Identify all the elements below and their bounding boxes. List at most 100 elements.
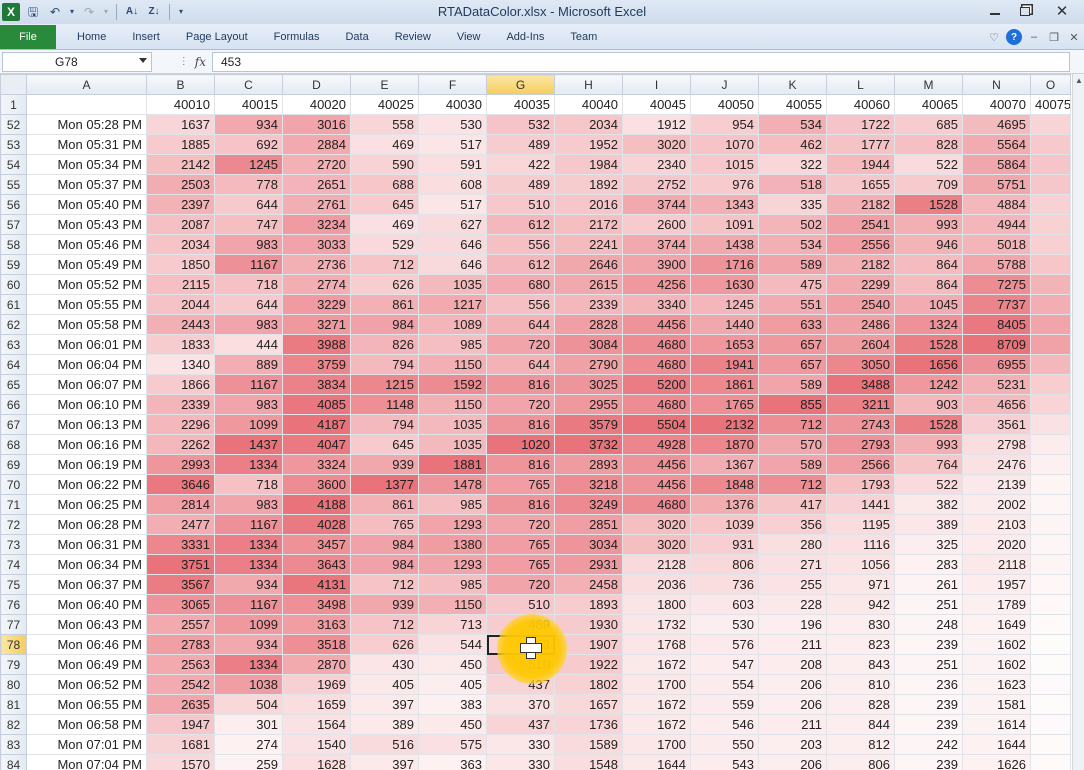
- cell[interactable]: 3488: [826, 374, 895, 395]
- cell[interactable]: [1030, 314, 1071, 335]
- cell[interactable]: 389: [894, 514, 963, 535]
- cell[interactable]: 720: [486, 574, 555, 595]
- row-header[interactable]: 77: [0, 614, 27, 635]
- time-label-cell[interactable]: Mon 06:55 PM: [26, 694, 147, 715]
- row-header[interactable]: 54: [0, 154, 27, 175]
- cell[interactable]: [1030, 434, 1071, 455]
- dropdown-icon[interactable]: ▾: [68, 3, 76, 21]
- row-header[interactable]: 66: [0, 394, 27, 415]
- cell[interactable]: 363: [418, 754, 487, 770]
- cell[interactable]: 1195: [826, 514, 895, 535]
- cell[interactable]: 1922: [554, 654, 623, 675]
- cell[interactable]: 985: [418, 334, 487, 355]
- cell[interactable]: 4456: [622, 314, 691, 335]
- time-label-cell[interactable]: Mon 06:58 PM: [26, 714, 147, 735]
- cell[interactable]: 931: [690, 534, 759, 555]
- cell[interactable]: 450: [418, 654, 487, 675]
- cell[interactable]: 2296: [146, 414, 215, 435]
- cell[interactable]: 251: [894, 654, 963, 675]
- cell[interactable]: 1324: [894, 314, 963, 335]
- cell[interactable]: 206: [758, 674, 827, 695]
- cell[interactable]: 1548: [554, 754, 623, 770]
- cell[interactable]: 903: [894, 394, 963, 415]
- dropdown-icon[interactable]: ▾: [102, 3, 110, 21]
- cell[interactable]: 806: [690, 554, 759, 575]
- cell[interactable]: 1150: [418, 354, 487, 375]
- minimize-button[interactable]: [980, 0, 1010, 22]
- cell[interactable]: 1148: [350, 394, 419, 415]
- cell[interactable]: 2774: [282, 274, 351, 295]
- cell[interactable]: 1672: [622, 694, 691, 715]
- cell[interactable]: 4680: [622, 334, 691, 355]
- cell[interactable]: 2458: [554, 574, 623, 595]
- row-header[interactable]: 81: [0, 694, 27, 715]
- time-label-cell[interactable]: Mon 05:37 PM: [26, 174, 147, 195]
- cell[interactable]: 3020: [622, 534, 691, 555]
- cell[interactable]: 489: [486, 134, 555, 155]
- cell[interactable]: 3324: [282, 454, 351, 475]
- cell[interactable]: [1030, 394, 1071, 415]
- cell[interactable]: 489: [486, 174, 555, 195]
- cell[interactable]: [1030, 234, 1071, 255]
- cell[interactable]: 397: [350, 694, 419, 715]
- cell[interactable]: 993: [894, 434, 963, 455]
- cell[interactable]: 7737: [962, 294, 1031, 315]
- cell[interactable]: 1969: [282, 674, 351, 695]
- cell[interactable]: 3025: [554, 374, 623, 395]
- cell[interactable]: 942: [826, 594, 895, 615]
- cell[interactable]: 1649: [962, 614, 1031, 635]
- cell[interactable]: 239: [894, 714, 963, 735]
- cell[interactable]: 2563: [146, 654, 215, 675]
- cell[interactable]: 239: [894, 754, 963, 770]
- vertical-scrollbar[interactable]: ▲: [1072, 74, 1084, 770]
- cell[interactable]: 2752: [622, 174, 691, 195]
- cell[interactable]: 1870: [690, 434, 759, 455]
- cell[interactable]: 3034: [554, 534, 623, 555]
- cell[interactable]: 1941: [690, 354, 759, 375]
- row-header[interactable]: 58: [0, 234, 27, 255]
- cell[interactable]: 1150: [418, 394, 487, 415]
- cell[interactable]: 462: [758, 134, 827, 155]
- cell[interactable]: 5788: [962, 254, 1031, 275]
- cell[interactable]: 1242: [894, 374, 963, 395]
- column-header-j[interactable]: J: [690, 74, 759, 95]
- time-label-cell[interactable]: Mon 05:34 PM: [26, 154, 147, 175]
- cell[interactable]: 983: [214, 314, 283, 335]
- cell[interactable]: 1293: [418, 514, 487, 535]
- cell[interactable]: 2646: [554, 254, 623, 275]
- cell[interactable]: 40035: [486, 94, 555, 115]
- cell[interactable]: 983: [214, 394, 283, 415]
- cell[interactable]: 589: [758, 254, 827, 275]
- cell[interactable]: 720: [486, 334, 555, 355]
- cell[interactable]: 2615: [554, 274, 623, 295]
- column-header-a[interactable]: A: [26, 74, 147, 95]
- cell[interactable]: 2556: [826, 234, 895, 255]
- cell[interactable]: 2541: [826, 214, 895, 235]
- cell[interactable]: 5504: [622, 414, 691, 435]
- cell[interactable]: 8709: [962, 334, 1031, 355]
- cell[interactable]: 1540: [282, 734, 351, 755]
- cell[interactable]: 4928: [622, 434, 691, 455]
- cell[interactable]: 843: [826, 654, 895, 675]
- cell[interactable]: 322: [758, 154, 827, 175]
- cell[interactable]: 612: [486, 254, 555, 275]
- cell[interactable]: 2793: [826, 434, 895, 455]
- cell[interactable]: 40040: [554, 94, 623, 115]
- cell[interactable]: 2241: [554, 234, 623, 255]
- cell[interactable]: 422: [486, 154, 555, 175]
- cell[interactable]: 1952: [554, 134, 623, 155]
- cell[interactable]: 206: [758, 694, 827, 715]
- cell[interactable]: 510: [486, 194, 555, 215]
- cell[interactable]: 203: [758, 734, 827, 755]
- cell[interactable]: 2798: [962, 434, 1031, 455]
- row-header[interactable]: 83: [0, 734, 27, 755]
- cell[interactable]: 984: [350, 314, 419, 335]
- cell[interactable]: 430: [350, 654, 419, 675]
- cell[interactable]: 4047: [282, 434, 351, 455]
- cell[interactable]: 405: [350, 674, 419, 695]
- cell[interactable]: 939: [350, 454, 419, 475]
- redo-icon[interactable]: ↷: [80, 3, 98, 21]
- cell[interactable]: 1215: [350, 374, 419, 395]
- column-header-l[interactable]: L: [826, 74, 895, 95]
- column-header-c[interactable]: C: [214, 74, 283, 95]
